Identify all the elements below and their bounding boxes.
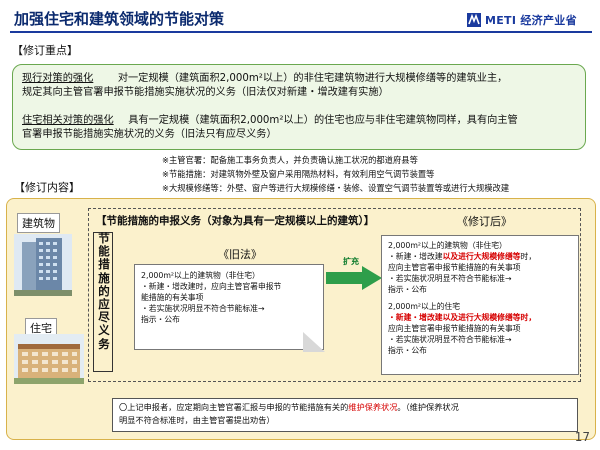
vertical-label: 节能措施的应尽义务: [98, 231, 110, 351]
revised-nonresidential-line-3: 应向主管官署申报节能措施的有关事项: [388, 263, 521, 272]
key-point-line-4: 官署申报节能措施实施状况的义务（旧法只有应尽义务）: [22, 129, 277, 140]
old-law-line-4: ・若实施状况明显不符合节能标准→: [141, 304, 265, 313]
logo-text: METI 经济产业省: [485, 14, 577, 27]
revised-residential-line-2: ・新建・增改建以及进行大规模修缮等时，: [388, 313, 537, 322]
maintenance-note-line-2: 明显不符合标准时，由主管官署提出劝告）: [119, 415, 275, 425]
maintenance-report-note: 〇上记申报者，应定期向主管官署汇报与申报的节能措施有关的维护保养状况。（维护保养…: [112, 398, 578, 432]
page-number: 17: [574, 430, 590, 444]
meti-logo: METI 经济产业省: [467, 12, 577, 28]
old-law-line-5: 指示・公布: [141, 315, 180, 324]
page-fold-corner: [303, 332, 325, 352]
revised-residential-line-3: 应向主管官署申报节能措施的有关事项: [388, 324, 521, 333]
old-law-line-1: 2,000m²以上的建筑物（非住宅）: [141, 271, 260, 280]
page-title: 加强住宅和建筑领域的节能对策: [14, 10, 225, 28]
revised-label: 《修订后》: [457, 215, 512, 228]
highlight-large-renovation: 以及进行大规模修缮等: [442, 252, 521, 261]
revised-law-box: 2,000m²以上的建筑物（非住宅） ・新建・增改建以及进行大规模修缮等时， 应…: [381, 235, 579, 375]
maintenance-note-line-1: 〇上记申报者，应定期向主管官署汇报与申报的节能措施有关的维护保养状况。（维护保养…: [119, 402, 459, 412]
meti-logo-icon: [467, 13, 481, 27]
revised-nonresidential-line-2: ・新建・增改建以及进行大规模修缮等时，: [388, 252, 537, 261]
header-rule: [10, 31, 592, 33]
revised-nonresidential-line-4: ・若实施状况明显不符合节能标准→: [388, 274, 512, 283]
old-law-line-3: 能措施的有关事项: [141, 293, 204, 302]
old-law-label: 《旧法》: [218, 248, 262, 261]
housing-complex-image: [14, 334, 84, 384]
note-authority: ※主管官署：配备施工事务负责人，并负责确认施工状况的都道府县等: [162, 155, 418, 165]
revised-residential-title: 2,000m²以上的住宅: [388, 302, 461, 311]
key-point-line-1: 现行对策的强化 对一定规模（建筑面积2,000m²以上）的非住宅建筑物进行大规模…: [22, 73, 508, 84]
key-point-line-3: 住宅相关对策的强化 具有一定规模（建筑面积2,000m²以上）的住宅也应与非住宅…: [22, 115, 518, 126]
key-point-heading-2: 住宅相关对策的强化: [22, 115, 114, 126]
note-renovation: ※大规模修缮等：外壁、窗户等进行大规模修缮・装修、设置空气调节装置等或进行大规模…: [162, 183, 510, 193]
revised-nonresidential-line-5: 指示・公布: [388, 285, 427, 294]
highlight-maintenance-status: 维护保养状况: [348, 402, 398, 412]
revised-nonresidential-title: 2,000m²以上的建筑物（非住宅）: [388, 241, 507, 250]
section-label-key-points: 【修订重点】: [12, 44, 78, 57]
note-measures: ※节能措施：对建筑物外壁及窗户采用隔热材料，有效利用空气调节装置等: [162, 169, 435, 179]
section-label-revision: 【修订内容】: [14, 181, 80, 194]
tag-building: 建筑物: [17, 213, 60, 233]
old-law-line-2: ・新建・增改建时，应向主管官署申报节: [141, 282, 282, 291]
key-point-line-2: 规定其向主管官署申报节能措施实施状况的义务（旧法仅对新建・增改建有实施）: [22, 87, 389, 98]
panel-title: 【节能措施的申报义务（对象为具有一定规模以上的建筑）】: [96, 215, 375, 227]
key-point-heading-1: 现行对策的强化: [22, 73, 94, 84]
expansion-arrow-icon: [326, 266, 382, 290]
revised-residential-line-4: ・若实施状况明显不符合节能标准→: [388, 335, 512, 344]
office-building-image: [14, 234, 72, 296]
old-law-box: 2,000m²以上的建筑物（非住宅） ・新建・增改建时，应向主管官署申报节 能措…: [134, 264, 324, 350]
revised-residential-line-5: 指示・公布: [388, 346, 427, 355]
